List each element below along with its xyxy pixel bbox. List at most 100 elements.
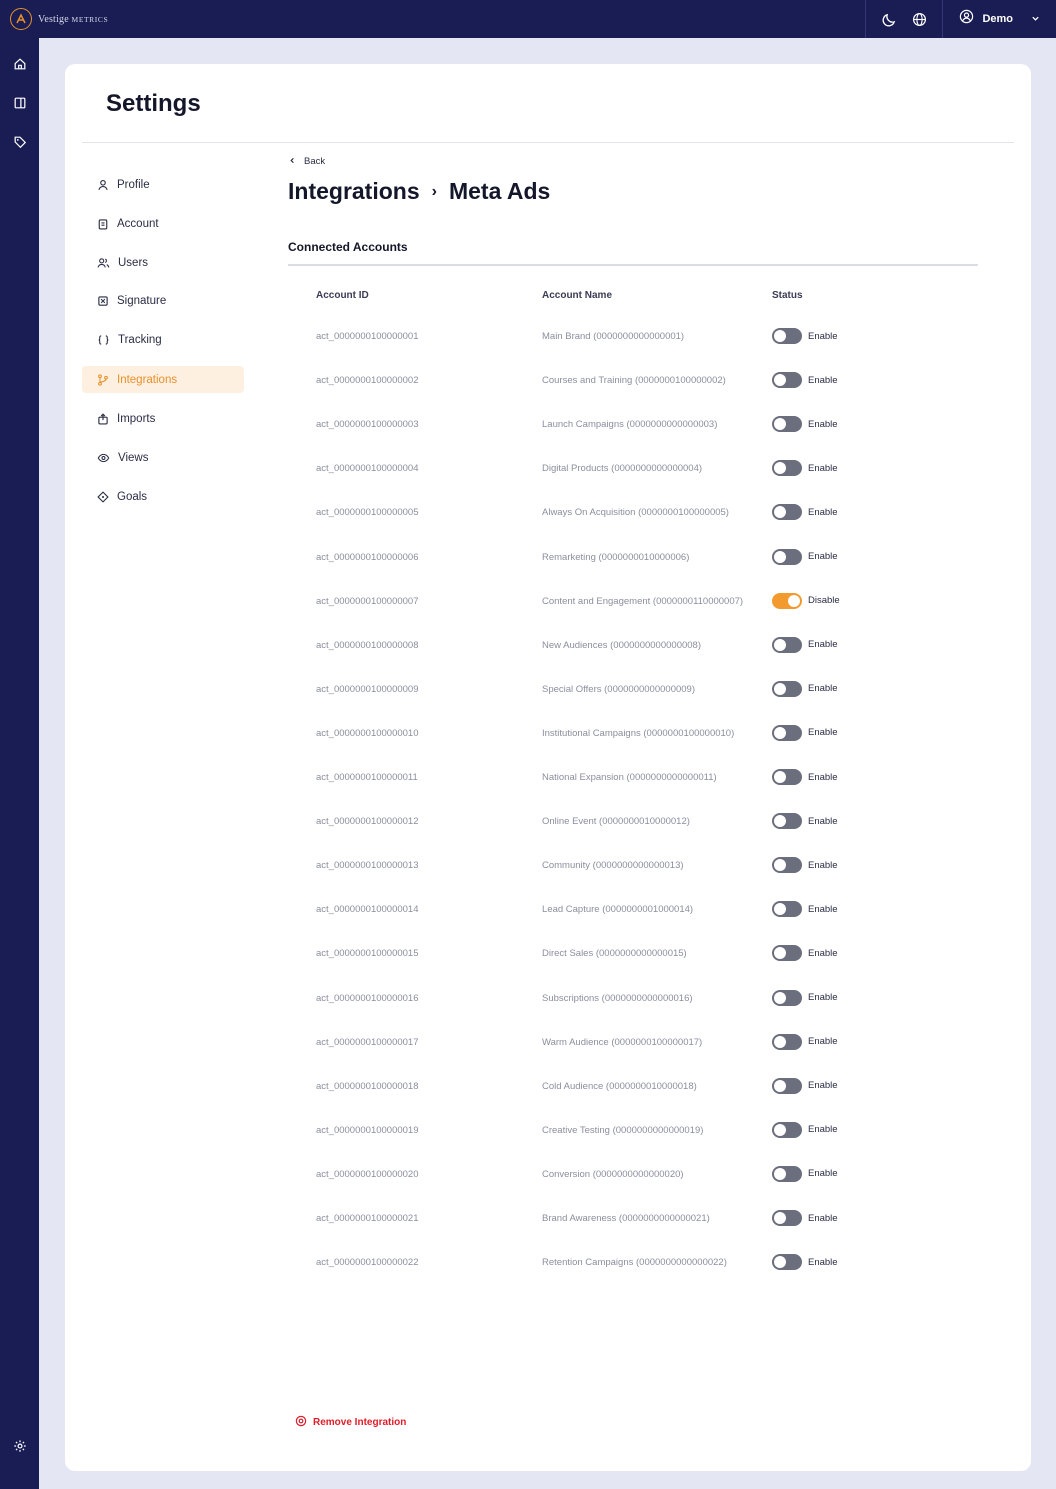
- nav-label: Signature: [117, 294, 167, 307]
- table-row: act_0000000100000013 Community (000000000…: [316, 857, 976, 877]
- toggle-knob: [774, 1212, 786, 1224]
- nav-item-integrations[interactable]: Integrations: [82, 366, 244, 393]
- nav-label: Goals: [117, 490, 148, 503]
- status-toggle[interactable]: [772, 460, 802, 477]
- status-toggle[interactable]: [772, 592, 802, 609]
- breadcrumb-parent[interactable]: Integrations: [288, 178, 420, 205]
- table-row: act_0000000100000014 Lead Capture (000000…: [316, 901, 976, 921]
- brand[interactable]: Vestige Metrics: [0, 8, 108, 30]
- status-label: Enable: [808, 992, 838, 1003]
- table-row: act_0000000100000009 Special Offers (0000…: [316, 680, 976, 701]
- status-cell: Enable: [772, 460, 838, 477]
- nav-label: Views: [118, 451, 149, 464]
- home-icon[interactable]: [0, 53, 39, 75]
- status-cell: Enable: [772, 416, 838, 433]
- nav-item-account[interactable]: Account: [82, 210, 244, 237]
- column-header-status: Status: [772, 290, 803, 301]
- toggle-knob: [774, 682, 786, 695]
- status-toggle[interactable]: [772, 1121, 802, 1138]
- status-toggle[interactable]: [772, 1210, 802, 1226]
- status-label: Enable: [808, 330, 838, 342]
- panel-icon[interactable]: [0, 92, 39, 114]
- nav-item-imports[interactable]: Imports: [82, 405, 244, 432]
- page-title: Settings: [106, 90, 201, 117]
- account-name-cell: Digital Products (0000000000000004): [542, 463, 703, 475]
- globe-icon[interactable]: [904, 0, 934, 38]
- status-toggle[interactable]: [772, 813, 802, 830]
- status-cell: Enable: [772, 1121, 838, 1138]
- account-id-cell: act_0000000100000017: [316, 1036, 419, 1048]
- status-toggle[interactable]: [772, 989, 802, 1006]
- nav-item-goals[interactable]: Goals: [82, 483, 244, 510]
- status-toggle[interactable]: [772, 328, 802, 344]
- account-id-cell: act_0000000100000019: [316, 1124, 419, 1136]
- remove-integration-button[interactable]: Remove Integration: [295, 1415, 406, 1430]
- toggle-knob: [774, 991, 786, 1004]
- status-toggle[interactable]: [772, 548, 802, 565]
- user-menu[interactable]: Demo: [943, 0, 1056, 38]
- table-row: act_0000000100000019 Creative Testing (00…: [316, 1121, 976, 1142]
- status-cell: Enable: [772, 901, 838, 918]
- nav-item-views[interactable]: Views: [82, 444, 244, 471]
- account-name-cell: Lead Capture (0000000001000014): [542, 904, 694, 916]
- status-toggle[interactable]: [772, 372, 802, 389]
- account-id-cell: act_0000000100000020: [316, 1168, 419, 1180]
- status-toggle[interactable]: [772, 769, 802, 785]
- table-row: act_0000000100000003 Launch Campaigns (00…: [316, 416, 976, 436]
- nav-item-tracking[interactable]: Tracking: [82, 326, 244, 353]
- status-toggle[interactable]: [772, 945, 802, 962]
- tag-icon[interactable]: [0, 131, 39, 153]
- status-cell: Enable: [772, 328, 838, 344]
- status-label: Enable: [808, 859, 838, 871]
- nav-label: Account: [117, 217, 159, 230]
- account-id-cell: act_0000000100000015: [316, 948, 419, 960]
- status-toggle[interactable]: [772, 857, 802, 874]
- account-id-cell: act_0000000100000009: [316, 683, 419, 695]
- account-name-cell: Remarketing (0000000010000006): [542, 551, 690, 563]
- status-toggle[interactable]: [772, 1254, 802, 1271]
- account-name-cell: Warm Audience (0000000100000017): [542, 1036, 703, 1048]
- account-id-cell: act_0000000100000002: [316, 375, 419, 387]
- table-row: act_0000000100000004 Digital Products (00…: [316, 460, 976, 480]
- account-name-cell: Conversion (0000000000000020): [542, 1168, 684, 1180]
- account-name-cell: Direct Sales (0000000000000015): [542, 948, 687, 960]
- status-toggle[interactable]: [772, 680, 802, 697]
- status-toggle[interactable]: [772, 636, 802, 653]
- nav-item-profile[interactable]: Profile: [82, 171, 244, 198]
- status-toggle[interactable]: [772, 901, 802, 918]
- back-link[interactable]: Back: [289, 156, 325, 167]
- status-label: Enable: [808, 551, 838, 562]
- eye-icon: [97, 453, 110, 462]
- table-row: act_0000000100000021 Brand Awareness (000…: [316, 1210, 976, 1230]
- nav-label: Imports: [117, 412, 156, 425]
- toggle-knob: [774, 771, 786, 783]
- back-label: Back: [304, 156, 326, 167]
- status-toggle[interactable]: [772, 724, 802, 741]
- status-cell: Enable: [772, 724, 838, 741]
- column-header-account-id: Account ID: [316, 290, 369, 301]
- status-label: Enable: [808, 727, 838, 739]
- nav-item-users[interactable]: Users: [82, 249, 244, 276]
- gear-icon[interactable]: [0, 1435, 39, 1457]
- table-row: act_0000000100000022 Retention Campaigns …: [316, 1254, 976, 1274]
- status-cell: Enable: [772, 1033, 838, 1050]
- status-toggle[interactable]: [772, 416, 802, 433]
- status-cell: Disable: [772, 592, 840, 609]
- status-toggle[interactable]: [772, 504, 802, 521]
- nav-item-signature[interactable]: Signature: [82, 287, 244, 314]
- status-toggle[interactable]: [772, 1165, 802, 1182]
- status-cell: Enable: [772, 989, 838, 1006]
- table-row: act_0000000100000012 Online Event (000000…: [316, 813, 976, 833]
- toggle-knob: [774, 1167, 786, 1180]
- account-name-cell: Subscriptions (0000000000000016): [542, 992, 693, 1004]
- status-cell: Enable: [772, 857, 838, 874]
- chevron-left-icon: [289, 156, 296, 167]
- toggle-knob: [774, 1256, 786, 1269]
- status-toggle[interactable]: [772, 1033, 802, 1050]
- brand-logo-icon: [10, 8, 32, 30]
- status-toggle[interactable]: [772, 1077, 802, 1094]
- diamond-icon: [97, 490, 109, 503]
- status-label: Enable: [808, 1080, 838, 1092]
- account-id-cell: act_0000000100000021: [316, 1213, 419, 1224]
- dark-mode-icon[interactable]: [874, 0, 904, 38]
